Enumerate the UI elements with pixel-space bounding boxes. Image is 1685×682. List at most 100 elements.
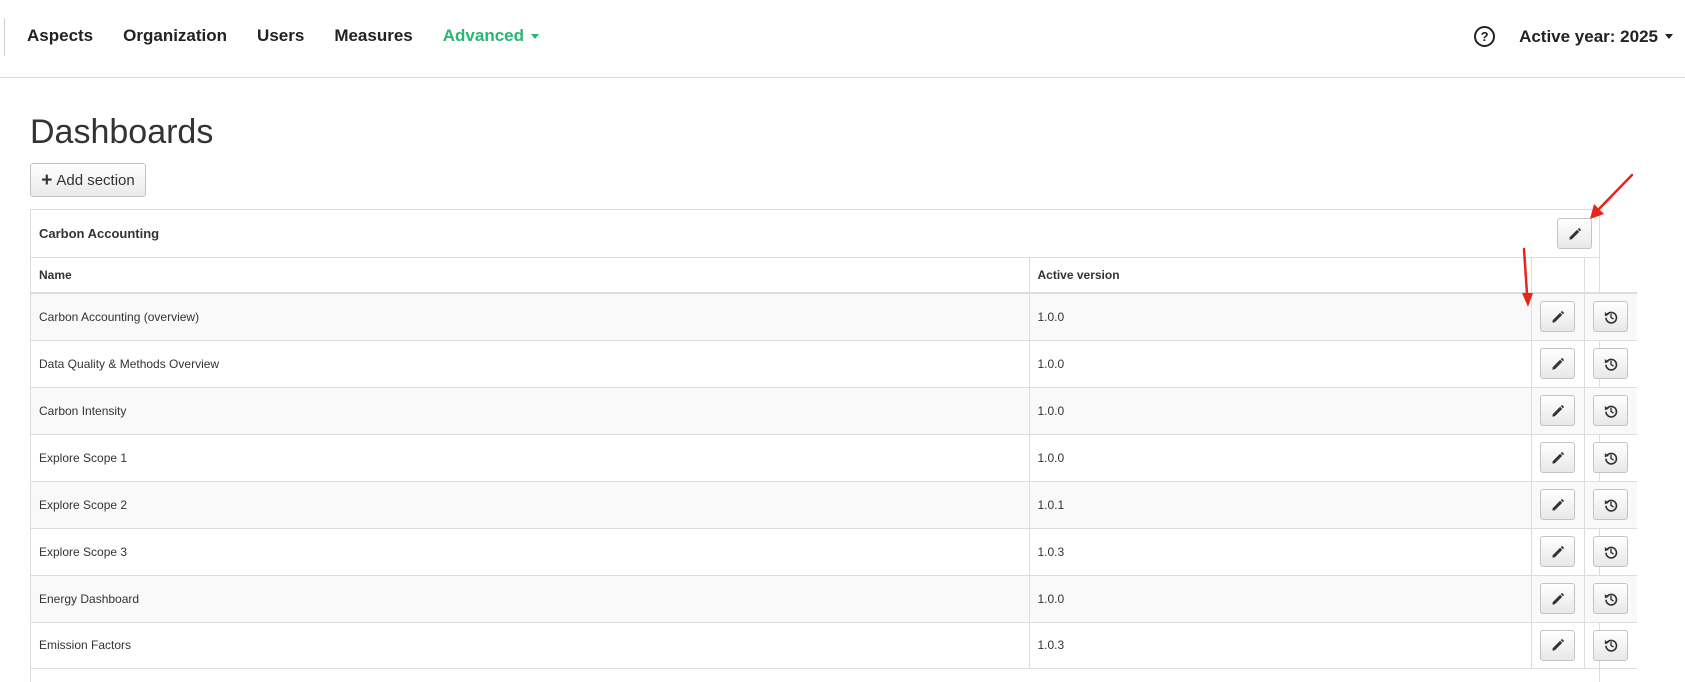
history-cell	[1583, 621, 1637, 669]
dashboard-version: 1.0.3	[1028, 527, 1532, 576]
edit-cell	[1530, 480, 1585, 529]
table-row: Carbon Intensity 1.0.0	[31, 386, 1637, 435]
nav-item-users[interactable]: Users	[257, 26, 304, 46]
table-row: Carbon Accounting (overview) 1.0.0	[31, 292, 1637, 341]
edit-cell	[1530, 386, 1585, 435]
dashboard-name: Carbon Accounting (overview)	[31, 292, 1030, 341]
history-icon	[1604, 499, 1618, 512]
pencil-icon	[1551, 310, 1564, 323]
dashboard-name: Energy Dashboard	[31, 574, 1030, 623]
edit-dashboard-button[interactable]	[1540, 536, 1575, 567]
column-header-name: Name	[31, 258, 1030, 294]
history-cell	[1583, 480, 1637, 529]
dashboard-name: Carbon Intensity	[31, 386, 1030, 435]
table-row: Emission Factors 1.0.3	[31, 621, 1637, 669]
nav-item-measures[interactable]: Measures	[334, 26, 412, 46]
column-header-history	[1583, 258, 1637, 294]
version-history-button[interactable]	[1593, 442, 1629, 473]
history-cell	[1583, 433, 1637, 482]
dashboard-version: 1.0.0	[1028, 292, 1532, 341]
table-row: Energy Dashboard 1.0.0	[31, 574, 1637, 623]
table-body: Carbon Accounting (overview) 1.0.0 Data Qu…	[31, 292, 1637, 669]
dashboard-version: 1.0.0	[1028, 386, 1532, 435]
history-cell	[1583, 339, 1637, 388]
chevron-down-icon	[1665, 34, 1673, 39]
edit-dashboard-button[interactable]	[1540, 301, 1575, 333]
section-header: Carbon Accounting	[31, 210, 1599, 258]
pencil-icon	[1551, 404, 1564, 417]
plus-icon: +	[41, 169, 53, 191]
nav-item-organization[interactable]: Organization	[123, 26, 227, 46]
dashboard-version: 1.0.0	[1028, 433, 1532, 482]
chevron-down-icon	[531, 33, 539, 39]
edit-cell	[1530, 339, 1585, 388]
dashboard-section-panel: Carbon Accounting Name Active version Ca…	[30, 209, 1637, 682]
top-navbar: Aspects Organization Users Measures Adva…	[0, 0, 1685, 78]
dashboard-name: Emission Factors	[31, 621, 1030, 669]
dashboard-name: Data Quality & Methods Overview	[31, 339, 1030, 388]
edit-cell	[1530, 621, 1585, 669]
dashboards-table: Name Active version Carbon Accounting (o…	[31, 258, 1637, 669]
edit-dashboard-button[interactable]	[1540, 489, 1575, 520]
history-icon	[1604, 593, 1618, 606]
dashboard-version: 1.0.0	[1028, 339, 1532, 388]
history-icon	[1604, 452, 1618, 465]
edit-cell	[1530, 433, 1585, 482]
version-history-button[interactable]	[1593, 348, 1629, 379]
version-history-button[interactable]	[1593, 583, 1629, 614]
active-year-dropdown[interactable]: Active year: 2025	[1519, 27, 1673, 47]
edit-cell	[1530, 574, 1585, 623]
main-menu: Aspects Organization Users Measures Adva…	[27, 26, 569, 46]
history-icon	[1604, 405, 1618, 418]
pencil-icon	[1551, 498, 1564, 511]
history-icon	[1604, 546, 1618, 559]
version-history-button[interactable]	[1593, 395, 1629, 426]
table-row: Explore Scope 1 1.0.0	[31, 433, 1637, 482]
pencil-icon	[1551, 592, 1564, 605]
add-section-button[interactable]: + Add section	[30, 163, 146, 197]
pencil-icon	[1551, 451, 1564, 464]
version-history-button[interactable]	[1593, 629, 1629, 661]
dashboard-version: 1.0.3	[1028, 621, 1532, 669]
history-icon	[1604, 639, 1618, 652]
edit-cell	[1530, 527, 1585, 576]
nav-item-advanced[interactable]: Advanced	[443, 26, 539, 46]
pencil-icon	[1568, 227, 1581, 240]
navbar-edge-divider	[4, 18, 5, 56]
table-row: Explore Scope 2 1.0.1	[31, 480, 1637, 529]
nav-item-label: Advanced	[442, 26, 524, 45]
version-history-button[interactable]	[1593, 301, 1629, 333]
nav-item-label: Aspects	[27, 26, 94, 45]
edit-dashboard-button[interactable]	[1540, 395, 1575, 426]
history-cell	[1583, 386, 1637, 435]
version-history-button[interactable]	[1593, 489, 1629, 520]
dashboard-name: Explore Scope 1	[31, 433, 1030, 482]
column-header-version: Active version	[1028, 258, 1532, 294]
edit-cell	[1530, 292, 1585, 341]
dashboard-version: 1.0.1	[1028, 480, 1532, 529]
pencil-icon	[1551, 638, 1564, 651]
nav-item-label: Measures	[334, 26, 413, 45]
nav-item-aspects[interactable]: Aspects	[27, 26, 93, 46]
navbar-right: ? Active year: 2025	[1474, 26, 1673, 47]
edit-dashboard-button[interactable]	[1540, 629, 1575, 661]
table-header-row: Name Active version	[31, 258, 1637, 294]
edit-section-button[interactable]	[1557, 218, 1592, 249]
table-row: Explore Scope 3 1.0.3	[31, 527, 1637, 576]
help-glyph: ?	[1480, 29, 1489, 44]
nav-item-label: Organization	[123, 26, 228, 45]
help-icon[interactable]: ?	[1474, 26, 1496, 47]
edit-dashboard-button[interactable]	[1540, 583, 1575, 614]
dashboard-name: Explore Scope 2	[31, 480, 1030, 529]
section-title: Carbon Accounting	[39, 226, 160, 241]
column-header-edit	[1530, 258, 1585, 294]
history-cell	[1583, 527, 1637, 576]
edit-dashboard-button[interactable]	[1540, 442, 1575, 473]
add-section-label: Add section	[56, 171, 135, 189]
active-year-label: Active year: 2025	[1519, 26, 1658, 46]
table-row: Data Quality & Methods Overview 1.0.0	[31, 339, 1637, 388]
version-history-button[interactable]	[1593, 536, 1629, 567]
pencil-icon	[1551, 357, 1564, 370]
edit-dashboard-button[interactable]	[1540, 348, 1575, 379]
dashboard-version: 1.0.0	[1028, 574, 1532, 623]
